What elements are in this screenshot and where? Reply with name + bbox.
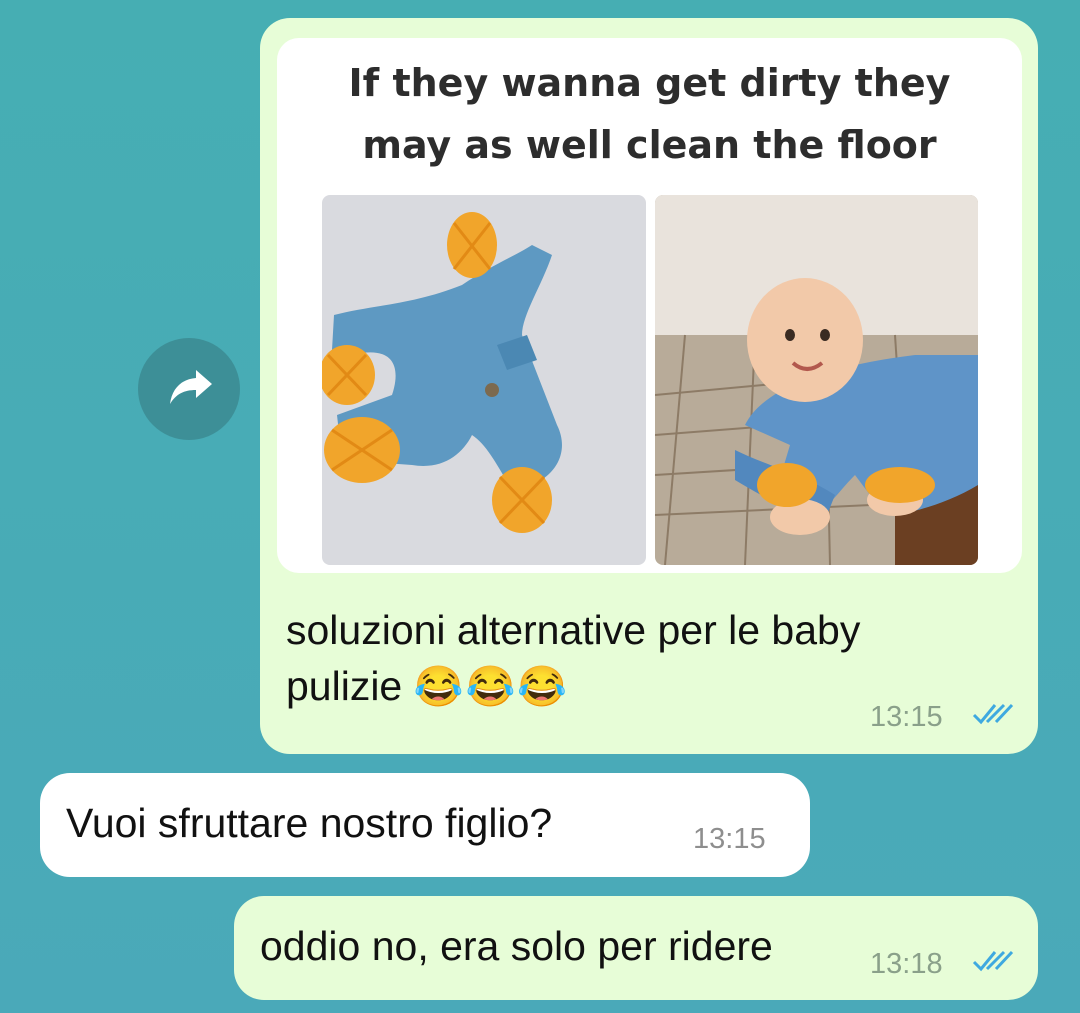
message-bubble-outgoing[interactable]: If they wanna get dirty they may as well…: [260, 18, 1038, 754]
meme-caption-line2: may as well clean the floor: [362, 123, 937, 167]
message-text: Vuoi sfruttare nostro figlio?: [66, 800, 553, 846]
message-text: soluzioni alternative per le baby pulizi…: [286, 602, 860, 715]
message-text-line1: soluzioni alternative per le baby: [286, 607, 861, 653]
laughing-emoji-icon: 😂😂😂: [413, 665, 570, 709]
message-time: 13:15: [870, 701, 943, 733]
message-bubble-incoming[interactable]: Vuoi sfruttare nostro figlio? 13:15: [40, 773, 810, 877]
message-bubble-outgoing[interactable]: oddio no, era solo per ridere 13:18: [234, 896, 1038, 1000]
photo-romper: [322, 195, 646, 565]
forward-button[interactable]: [138, 338, 240, 440]
meme-image[interactable]: If they wanna get dirty they may as well…: [277, 38, 1022, 573]
meme-caption-line1: If they wanna get dirty they: [348, 61, 951, 105]
baby-illustration: [655, 195, 978, 565]
message-time: 13:15: [693, 823, 766, 855]
meme-caption: If they wanna get dirty they may as well…: [277, 52, 1022, 176]
photo-baby: [655, 195, 978, 565]
read-ticks-icon: [972, 703, 1014, 725]
message-text: oddio no, era solo per ridere: [260, 923, 773, 969]
message-text-line2: pulizie 😂😂😂: [286, 658, 860, 715]
message-text-line2-word: pulizie: [286, 663, 403, 709]
share-arrow-icon: [170, 370, 212, 404]
romper-illustration: [322, 195, 646, 565]
read-ticks-icon: [972, 950, 1014, 972]
message-time: 13:18: [870, 948, 943, 980]
